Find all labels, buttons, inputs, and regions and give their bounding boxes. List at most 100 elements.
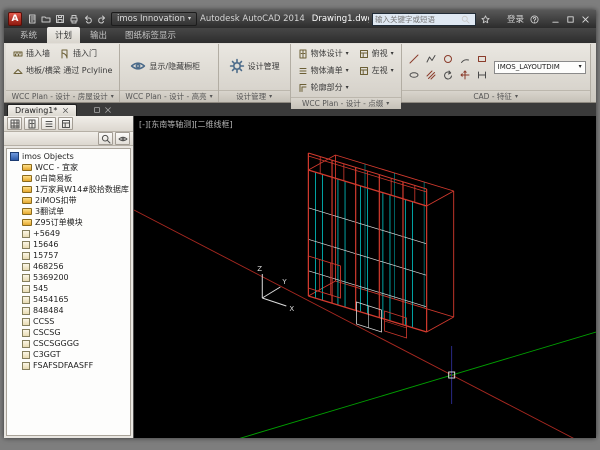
rect-tool-button[interactable] [474, 52, 490, 67]
auto-hide-icon[interactable] [93, 106, 101, 114]
tree-item[interactable]: 15757 [10, 250, 130, 261]
tree-item-label: 1万家具W14#胶拾数据库 [35, 184, 129, 195]
product-name: Autodesk AutoCAD 2014 [200, 14, 305, 24]
arc-tool-button[interactable] [457, 52, 473, 67]
door-icon [60, 49, 70, 59]
tree-item[interactable]: 1万家具W14#胶拾数据库 [10, 184, 130, 195]
tree-root-imos-objects[interactable]: imos Objects [10, 151, 130, 162]
list-palette-button[interactable] [41, 117, 56, 130]
ribbon-row: 显示/隐藏橱柜 [124, 46, 213, 86]
view-button[interactable]: 俯视▾ [356, 46, 397, 61]
panel-body: 物体设计▾ 俯视▾ 物体清单▾ 左视▾ 轮廓部分▾ [291, 44, 401, 97]
doc-button[interactable] [25, 13, 38, 26]
cabinet-icon [298, 49, 308, 59]
svg-text:Z: Z [257, 265, 262, 273]
app-menu-button[interactable]: A [8, 12, 22, 26]
folder-button[interactable] [39, 13, 52, 26]
tree-item[interactable]: 3翻试单 [10, 206, 130, 217]
sign-in-button[interactable]: 登录 [496, 13, 524, 25]
minimize-button[interactable] [548, 12, 562, 26]
drawing-area[interactable]: [-][东南等轴测][二维线框] ZXY [134, 116, 596, 438]
panel-caption[interactable]: WCC Plan - 设计 - 高亮▾ [120, 90, 217, 102]
dim-tool-button[interactable] [474, 68, 490, 83]
close-button[interactable] [578, 12, 592, 26]
viewport-controls[interactable]: [-][东南等轴测][二维线框] [139, 119, 233, 130]
cabinet-button[interactable]: 物体设计▾ [295, 46, 352, 61]
ribbon-button-label: 显示/隐藏橱柜 [149, 61, 200, 72]
workspace-menu[interactable]: imos Innovation ▾ [111, 12, 197, 26]
tree-item[interactable]: CCSS [10, 316, 130, 327]
palette-toolbar-secondary [4, 132, 133, 146]
maximize-button[interactable] [563, 12, 577, 26]
ribbon-tab-输出[interactable]: 输出 [82, 27, 115, 43]
move-tool-button[interactable] [457, 68, 473, 83]
rotate-icon [443, 70, 453, 80]
ribbon-tab-图纸标签显示[interactable]: 图纸标签显示 [117, 27, 184, 43]
tree-item[interactable]: 0白简易板 [10, 173, 130, 184]
ellipse-tool-button[interactable] [406, 68, 422, 83]
tree-item[interactable]: 5369200 [10, 272, 130, 283]
tree-item-label: 545 [33, 284, 48, 293]
tree-item[interactable]: C3GGT [10, 349, 130, 360]
circle-tool-button[interactable] [440, 52, 456, 67]
tree-item[interactable]: 5454165 [10, 294, 130, 305]
wall-button[interactable]: 插入墙 [10, 46, 53, 61]
panel-caption-label: WCC Plan - 设计 - 房屋设计 [12, 91, 108, 102]
close-palette-icon[interactable] [104, 106, 112, 114]
close-tab-icon[interactable] [62, 107, 69, 114]
tree-item[interactable]: 15646 [10, 239, 130, 250]
cabinet-palette-button[interactable] [24, 117, 39, 130]
wall-icon [13, 49, 23, 59]
tree-item[interactable]: 545 [10, 283, 130, 294]
view-button[interactable]: 左视▾ [356, 63, 397, 78]
tree-item-label: 2iMOS扣带 [35, 195, 77, 206]
view-palette-button[interactable] [58, 117, 73, 130]
help-icon[interactable] [527, 12, 541, 26]
rotate-tool-button[interactable] [440, 68, 456, 83]
profile-button[interactable]: 轮廓部分▾ [295, 80, 352, 95]
ribbon-tab-计划[interactable]: 计划 [47, 27, 80, 43]
tree-item[interactable]: Z95订单模块 [10, 217, 130, 228]
eye-palette-button[interactable] [115, 132, 130, 145]
drawing-canvas[interactable]: ZXY [134, 116, 596, 438]
tree-item[interactable]: CSCSGGGG [10, 338, 130, 349]
folder-icon [22, 219, 32, 226]
tree-item-label: 5369200 [33, 273, 69, 282]
panel-caption[interactable]: CAD - 特征▾ [402, 90, 590, 102]
gear-button[interactable]: 设计管理 [223, 46, 286, 86]
hatch-tool-button[interactable] [423, 68, 439, 83]
list-button[interactable]: 物体清单▾ [295, 63, 352, 78]
search-input[interactable] [375, 15, 459, 24]
grid-palette-button[interactable] [7, 117, 22, 130]
ribbon-tab-系统[interactable]: 系统 [12, 27, 45, 43]
floor-button[interactable]: 地板/横梁 通过 Pclyline [10, 63, 115, 78]
eye-button[interactable]: 显示/隐藏橱柜 [124, 46, 206, 86]
line-icon [409, 54, 419, 64]
arc-icon [460, 54, 470, 64]
door-button[interactable]: 插入门 [57, 46, 100, 61]
print-button[interactable] [67, 13, 80, 26]
tree-item[interactable]: 2iMOS扣带 [10, 195, 130, 206]
panel-caption-label: WCC Plan - 设计 - 高亮 [125, 91, 206, 102]
tree-item[interactable]: WCC - 宜家 [10, 162, 130, 173]
panel-caption[interactable]: WCC Plan - 设计 - 点缀▾ [291, 97, 401, 109]
polyline-tool-button[interactable] [423, 52, 439, 67]
exchange-star-icon[interactable] [479, 12, 493, 26]
redo-button[interactable] [95, 13, 108, 26]
tree-item[interactable]: +5649 [10, 228, 130, 239]
tree-item[interactable]: CSCSG [10, 327, 130, 338]
undo-button[interactable] [81, 13, 94, 26]
panel-caption[interactable]: 设计管理▾ [219, 90, 290, 102]
dimension-style-combo[interactable]: IMOS_LAYOUTDIM▾ [494, 61, 586, 74]
document-tab[interactable]: Drawing1* [7, 104, 77, 116]
search-icon[interactable] [459, 12, 473, 26]
tree-item[interactable]: 848484 [10, 305, 130, 316]
search-palette-button[interactable] [98, 132, 113, 145]
tree-item-label: 5454165 [33, 295, 69, 304]
chevron-down-icon: ▾ [579, 64, 582, 70]
tree-item[interactable]: 468256 [10, 261, 130, 272]
tree-item[interactable]: FSAFSDFAASFF [10, 360, 130, 371]
line-tool-button[interactable] [406, 52, 422, 67]
save-button[interactable] [53, 13, 66, 26]
panel-caption[interactable]: WCC Plan - 设计 - 房屋设计▾ [6, 90, 119, 102]
